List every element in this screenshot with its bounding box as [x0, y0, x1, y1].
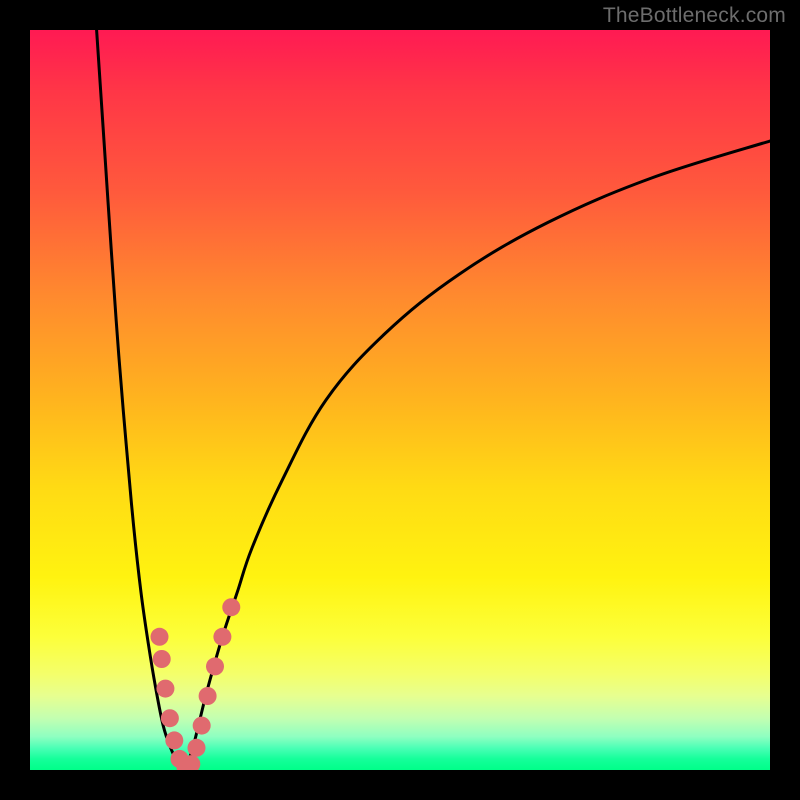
series-right-curve [185, 141, 770, 770]
data-marker [213, 628, 231, 646]
chart-svg [30, 30, 770, 770]
data-marker [161, 709, 179, 727]
data-marker [151, 628, 169, 646]
data-marker [206, 657, 224, 675]
data-marker [199, 687, 217, 705]
plot-area [30, 30, 770, 770]
data-marker [165, 731, 183, 749]
series-left-curve [97, 30, 186, 770]
data-marker [153, 650, 171, 668]
data-marker [222, 598, 240, 616]
chart-frame: TheBottleneck.com [0, 0, 800, 800]
data-marker [193, 717, 211, 735]
curve-group [97, 30, 770, 770]
data-marker [188, 739, 206, 757]
data-marker [156, 680, 174, 698]
watermark-text: TheBottleneck.com [603, 4, 786, 28]
